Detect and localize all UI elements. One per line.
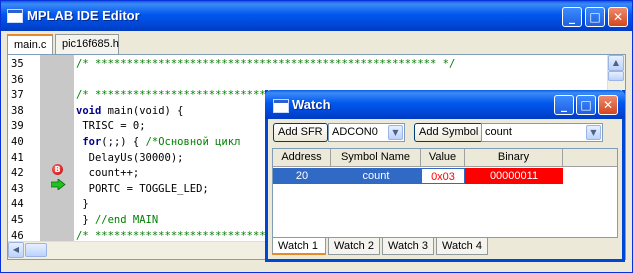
watch-grid[interactable]: Address Symbol Name Value Binary 20 coun… (272, 148, 618, 238)
maximize-button[interactable]: □ (576, 95, 596, 115)
line-number: 37 (11, 89, 24, 102)
comment: /*Основной цикл (145, 136, 241, 148)
code-line: } (76, 198, 89, 211)
table-row[interactable]: 20 count 0x03 00000011 (273, 168, 617, 184)
code-line: } //end MAIN (76, 213, 158, 229)
comment: //end MAIN (94, 214, 159, 226)
column-header-symbol-name[interactable]: Symbol Name (331, 149, 421, 167)
code-line: PORTC = TOGGLE_LED; (76, 182, 209, 195)
code-text: (;;) { (101, 136, 146, 148)
program-counter-arrow-icon (51, 179, 66, 190)
code-text: main(void) { (101, 104, 184, 117)
symbol-selected-value: count (485, 126, 512, 138)
column-header-binary[interactable]: Binary (465, 149, 563, 167)
line-number: 43 (11, 182, 24, 195)
line-number: 35 (11, 58, 24, 70)
scroll-up-button[interactable]: ▲ (608, 55, 624, 71)
line-number: 40 (11, 136, 24, 148)
chevron-down-icon[interactable]: ▼ (388, 125, 403, 140)
maximize-button[interactable]: □ (585, 7, 605, 27)
line-number: 41 (11, 151, 24, 164)
keyword: void (76, 104, 102, 117)
line-number: 39 (11, 120, 24, 133)
column-header-value[interactable]: Value (421, 149, 465, 167)
line-number: 36 (11, 73, 24, 86)
tab-main-c[interactable]: main.c (7, 34, 53, 55)
add-symbol-button[interactable]: Add Symbol (414, 123, 484, 142)
tab-watch-1[interactable]: Watch 1 (272, 238, 326, 255)
code-line: void main(void) { (76, 104, 183, 120)
watch-titlebar[interactable]: Watch _ □ ✕ (265, 90, 625, 119)
code-line: DelayUs(30000); (76, 151, 184, 164)
tab-pic16f685-h[interactable]: pic16f685.h (55, 34, 119, 54)
sfr-selected-value: ADCON0 (332, 126, 378, 138)
minimize-button[interactable]: _ (554, 95, 574, 115)
add-sfr-button[interactable]: Add SFR (273, 123, 328, 142)
line-number: 45 (11, 214, 24, 226)
tab-watch-4[interactable]: Watch 4 (436, 238, 488, 255)
line-number: 38 (11, 104, 24, 117)
chevron-down-icon[interactable]: ▼ (586, 125, 601, 140)
cell-value[interactable]: 0x03 (421, 168, 465, 184)
line-number-gutter: 35 36 37 38 39 40 41 42 43 44 45 46 (8, 55, 40, 243)
minimize-button[interactable]: _ (562, 7, 582, 27)
scroll-left-button[interactable]: ◀ (8, 242, 24, 258)
editor-title: MPLAB IDE Editor (27, 8, 140, 23)
cell-symbol: count (362, 170, 390, 182)
cell-binary: 00000011 (465, 168, 563, 184)
code-line: /* *************************************… (76, 58, 456, 70)
window-icon (7, 9, 23, 23)
code-line: for(;;) { /*Основной цикл (76, 135, 240, 151)
scroll-thumb[interactable] (608, 71, 624, 81)
close-button[interactable]: ✕ (608, 7, 628, 27)
symbol-select[interactable]: count ▼ (481, 123, 603, 142)
breakpoint-margin[interactable] (40, 55, 74, 243)
watch-window: Watch _ □ ✕ Add SFR ADCON0 ▼ Add Symbol … (265, 90, 625, 262)
sfr-select[interactable]: ADCON0 ▼ (328, 123, 405, 142)
watch-toolbar: Add SFR ADCON0 ▼ Add Symbol count ▼ (268, 120, 622, 146)
scroll-thumb[interactable] (25, 243, 47, 257)
code-line: TRISC = 0; (76, 120, 146, 133)
breakpoint-icon[interactable]: B (52, 164, 63, 175)
editor-titlebar[interactable]: MPLAB IDE Editor _ □ ✕ (1, 1, 632, 31)
cell-address: 20 (295, 170, 309, 182)
close-button[interactable]: ✕ (598, 95, 618, 115)
code-text: } (76, 214, 95, 226)
window-icon (273, 99, 289, 113)
column-header-address[interactable]: Address (273, 149, 331, 167)
keyword: for (82, 136, 102, 148)
code-line: count++; (76, 167, 140, 180)
line-number: 42 (11, 167, 24, 180)
watch-title: Watch (292, 97, 331, 112)
tab-watch-3[interactable]: Watch 3 (382, 238, 434, 255)
grid-header: Address Symbol Name Value Binary (273, 149, 617, 167)
line-number: 44 (11, 198, 24, 211)
tab-watch-2[interactable]: Watch 2 (328, 238, 380, 255)
column-header-empty (563, 149, 617, 167)
